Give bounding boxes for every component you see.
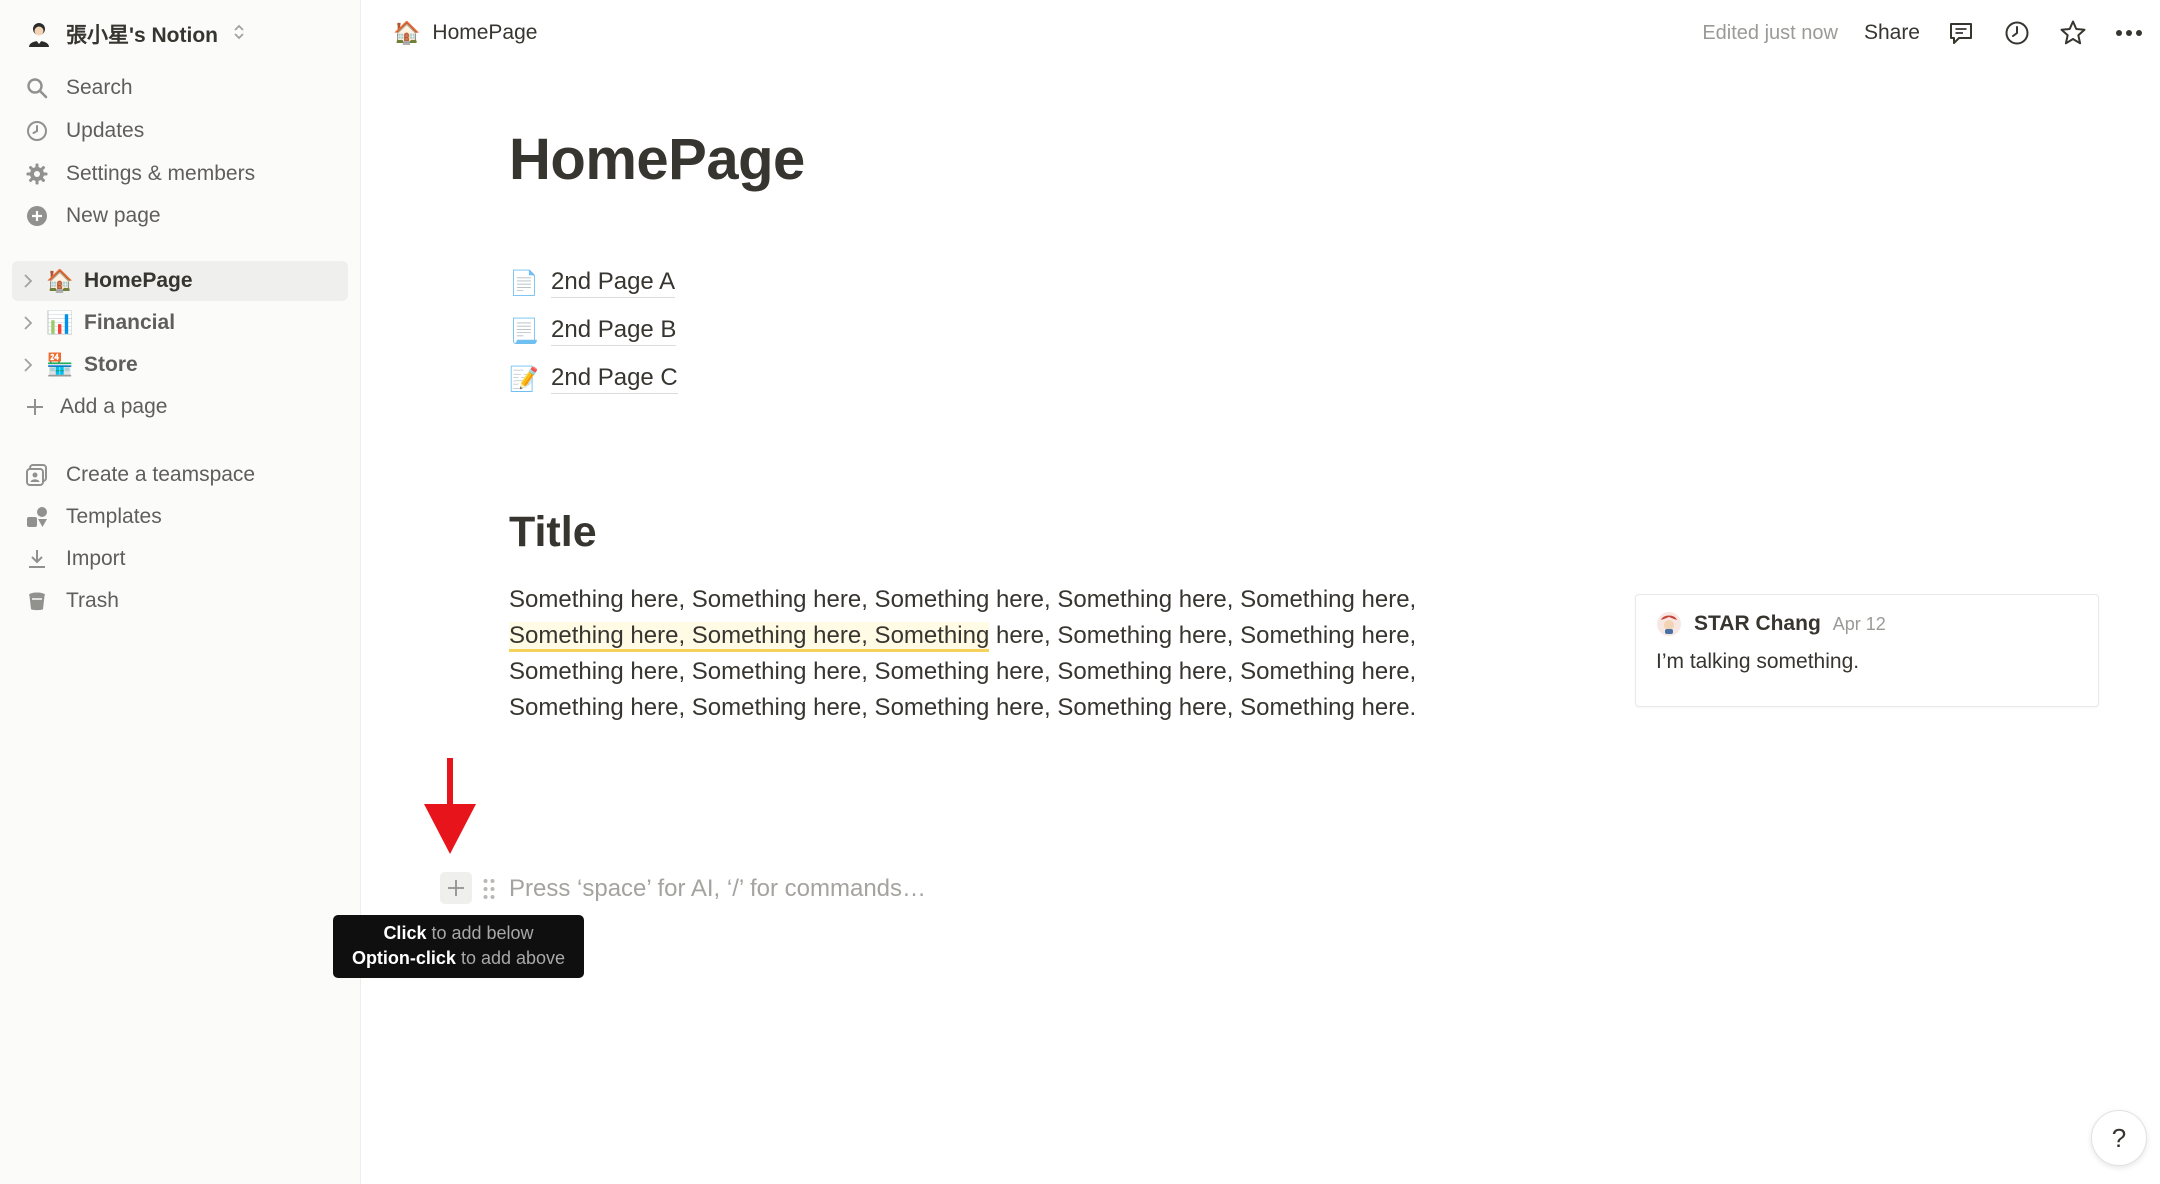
subpage-link[interactable]: 📄 2nd Page A <box>509 262 676 304</box>
sidebar: 張小星's Notion Search Updates Settings & m… <box>0 0 361 1184</box>
memo-icon: 📝 <box>509 365 539 393</box>
user-avatar-icon <box>1656 611 1682 637</box>
comment-author: STAR Chang <box>1694 612 1821 635</box>
comment-icon[interactable] <box>1946 18 1976 48</box>
more-icon[interactable] <box>2114 18 2144 48</box>
subpage-label: 2nd Page A <box>551 268 676 298</box>
chevron-right-icon[interactable] <box>20 273 36 289</box>
download-icon <box>24 546 50 572</box>
tooltip-key: Option-click <box>351 948 456 968</box>
teamspace-icon <box>24 462 50 488</box>
add-block-tooltip: Click to add below Option-click to add a… <box>333 915 584 978</box>
sidebar-page-store[interactable]: 🏪 Store <box>12 345 348 385</box>
edited-status: Edited just now <box>1702 21 1838 44</box>
sidebar-item-label: Add a page <box>60 395 168 418</box>
plus-icon <box>22 394 48 420</box>
comment-text: I’m talking something. <box>1656 650 1860 673</box>
sidebar-item-updates[interactable]: Updates <box>12 111 348 151</box>
comment-date: Apr 12 <box>1832 613 1886 634</box>
house-icon: 🏠 <box>46 268 74 293</box>
bar-chart-icon: 📊 <box>46 310 74 335</box>
tooltip-key: Click <box>383 923 427 943</box>
sidebar-item-search[interactable]: Search <box>12 68 348 108</box>
house-icon: 🏠 <box>393 20 421 45</box>
sidebar-item-label: Store <box>84 353 138 376</box>
drag-handle-icon[interactable] <box>478 874 500 904</box>
plus-icon <box>448 880 464 896</box>
chevron-updown-icon <box>232 22 246 47</box>
person-avatar-icon <box>24 19 54 49</box>
sidebar-item-label: New page <box>66 204 161 227</box>
sidebar-item-label: HomePage <box>84 269 193 292</box>
page-facing-up-icon: 📃 <box>509 317 539 345</box>
workspace-switcher[interactable]: 張小星's Notion <box>12 12 260 56</box>
paragraph-text: Something here, Something here, Somethin… <box>509 586 1417 613</box>
sidebar-item-label: Trash <box>66 589 119 612</box>
add-page-button[interactable]: Add a page <box>12 387 348 427</box>
breadcrumb[interactable]: 🏠 HomePage <box>385 14 545 52</box>
add-block-button[interactable] <box>440 872 472 904</box>
commented-text[interactable]: Something here, Something here, Somethin… <box>509 622 990 652</box>
page-icon: 📄 <box>509 269 539 297</box>
sidebar-item-settings[interactable]: Settings & members <box>12 154 348 194</box>
trash-icon <box>24 588 50 614</box>
templates-icon <box>24 504 50 530</box>
heading-block[interactable]: Title <box>509 508 597 557</box>
sidebar-page-financial[interactable]: 📊 Financial <box>12 303 348 343</box>
sidebar-item-label: Import <box>66 547 126 570</box>
comment-card[interactable]: STAR Chang Apr 12 I’m talking something. <box>1635 594 2099 707</box>
tooltip-text: to add above <box>455 948 566 968</box>
gear-icon <box>24 161 50 187</box>
empty-block-placeholder[interactable]: Press ‘space’ for AI, ‘/’ for commands… <box>509 872 926 906</box>
store-icon: 🏪 <box>46 352 74 377</box>
chevron-right-icon[interactable] <box>20 315 36 331</box>
workspace-name: 張小星's Notion <box>66 24 218 47</box>
sidebar-item-label: Settings & members <box>66 162 256 185</box>
sidebar-item-trash[interactable]: Trash <box>12 581 348 621</box>
annotation-arrow-icon <box>424 758 476 854</box>
subpage-link[interactable]: 📃 2nd Page B <box>509 310 677 352</box>
sidebar-item-label: Search <box>66 76 133 99</box>
subpage-link[interactable]: 📝 2nd Page C <box>509 358 678 400</box>
sidebar-item-label: Templates <box>66 505 162 528</box>
share-button[interactable]: Share <box>1864 21 1920 45</box>
tooltip-line-2: Option-click to add above <box>333 946 584 971</box>
clock-icon <box>24 118 50 144</box>
history-clock-icon[interactable] <box>2002 18 2032 48</box>
sidebar-item-import[interactable]: Import <box>12 539 348 579</box>
paragraph-block[interactable]: Something here, Something here, Somethin… <box>509 582 1454 726</box>
sidebar-item-label: Updates <box>66 119 145 142</box>
sidebar-item-templates[interactable]: Templates <box>12 497 348 537</box>
sidebar-item-new-page[interactable]: New page <box>12 196 348 236</box>
search-icon <box>24 75 50 101</box>
star-icon[interactable] <box>2058 18 2088 48</box>
topbar: 🏠 HomePage Edited just now Share <box>361 0 2160 66</box>
comment-header: STAR Chang Apr 12 <box>1656 611 1886 637</box>
sidebar-item-label: Financial <box>84 311 176 334</box>
tooltip-line-1: Click to add below <box>333 921 584 946</box>
plus-circle-icon <box>24 203 50 229</box>
breadcrumb-label: HomePage <box>432 21 538 44</box>
chevron-right-icon[interactable] <box>20 357 36 373</box>
help-button[interactable]: ? <box>2091 1110 2147 1166</box>
sidebar-page-homepage[interactable]: 🏠 HomePage <box>12 261 348 301</box>
topbar-actions: Edited just now Share <box>1702 12 2144 54</box>
page-title[interactable]: HomePage <box>509 126 805 193</box>
sidebar-item-label: Create a teamspace <box>66 463 256 486</box>
subpage-label: 2nd Page C <box>551 364 678 394</box>
subpage-label: 2nd Page B <box>551 316 677 346</box>
sidebar-item-create-teamspace[interactable]: Create a teamspace <box>12 455 348 495</box>
tooltip-text: to add below <box>426 923 534 943</box>
